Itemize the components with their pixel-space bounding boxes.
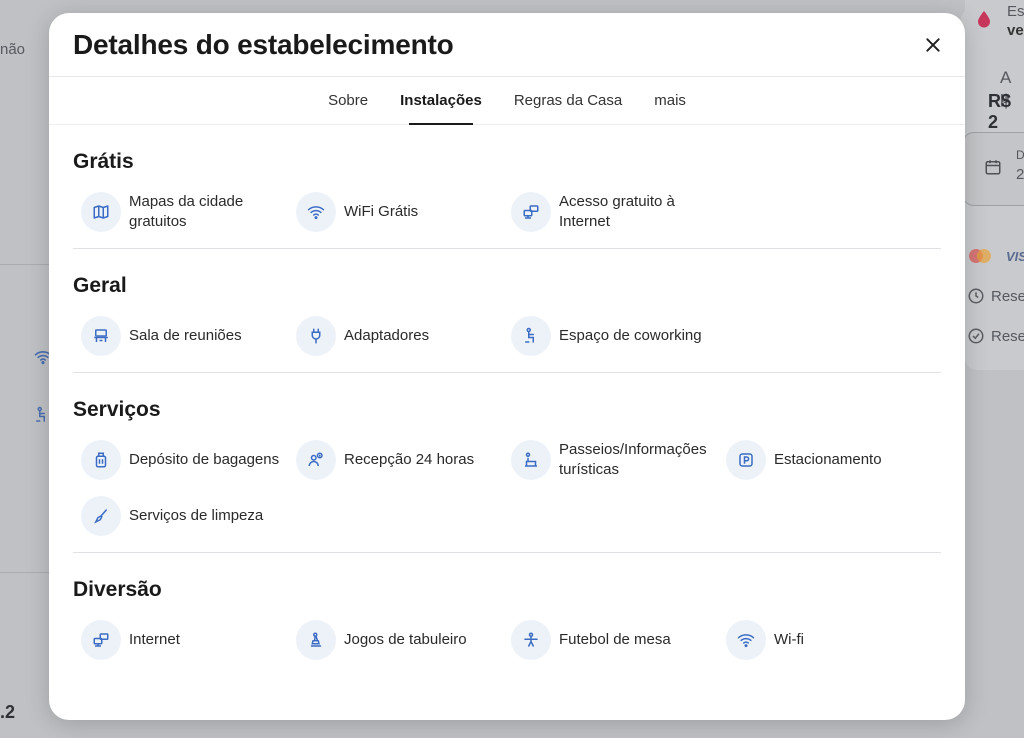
plug-icon (296, 316, 336, 356)
bg-right-text-2: ve (1007, 22, 1024, 39)
facility-details-modal: Detalhes do estabelecimento Sobre Instal… (49, 13, 965, 720)
check-circle-icon (967, 327, 985, 350)
facility-item: Estacionamento (718, 434, 933, 486)
facility-label: WiFi Grátis (344, 203, 419, 220)
coworking-icon (511, 316, 551, 356)
facility-item: Jogos de tabuleiro (288, 614, 503, 666)
facility-label: Estacionamento (774, 451, 882, 468)
section-geral: Geral Sala de reuniões Adaptadores Espaç… (73, 249, 941, 373)
section-title: Diversão (73, 578, 162, 601)
facility-label: Futebol de mesa (559, 631, 671, 648)
tab-sobre[interactable]: Sobre (312, 77, 384, 124)
facility-list: Depósito de bagagens Recepção 24 horas P… (73, 434, 941, 542)
bg-right-text-1: Es (1007, 3, 1024, 20)
drop-icon (977, 10, 991, 33)
facility-label: Acesso gratuito à Internet (559, 193, 675, 230)
bg-date-label: D (1016, 148, 1024, 162)
luggage-icon (81, 440, 121, 480)
facility-label: Jogos de tabuleiro (344, 631, 467, 648)
facility-item: Espaço de coworking (503, 310, 718, 362)
facility-item: Passeios/Informações turísticas (503, 434, 718, 486)
facility-label: Wi-fi (774, 631, 804, 648)
facility-item: WiFi Grátis (288, 186, 503, 238)
modal-title: Detalhes do estabelecimento (73, 29, 454, 60)
meeting-room-icon (81, 316, 121, 356)
facility-label: Passeios/Informações turísticas (559, 441, 707, 478)
facility-item: Futebol de mesa (503, 614, 718, 666)
clock-icon (967, 287, 985, 310)
foosball-icon (511, 620, 551, 660)
bg-date-value: 2 (1016, 166, 1024, 183)
map-icon (81, 192, 121, 232)
facility-label: Sala de reuniões (129, 327, 242, 344)
facility-label: Recepção 24 horas (344, 451, 475, 468)
wifi-icon (726, 620, 766, 660)
facility-label: Depósito de bagagens (129, 451, 280, 468)
facility-item: Mapas da cidade gratuitos (73, 186, 288, 238)
cleaning-icon (81, 496, 121, 536)
facility-label: Adaptadores (344, 327, 430, 344)
facility-label: Serviços de limpeza (129, 507, 264, 524)
facility-item: Internet (73, 614, 288, 666)
wifi-icon (296, 192, 336, 232)
facility-item: Depósito de bagagens (73, 434, 288, 486)
section-title: Grátis (73, 150, 134, 173)
facility-label: Espaço de coworking (559, 327, 702, 344)
parking-icon (726, 440, 766, 480)
facility-item: Sala de reuniões (73, 310, 288, 362)
bg-price-value: R$ 2 (988, 91, 1012, 132)
facility-list: Mapas da cidade gratuitos WiFi Grátis Ac… (73, 186, 941, 238)
tour-icon (511, 440, 551, 480)
bg-divider (0, 264, 49, 265)
facility-item: Acesso gratuito à Internet (503, 186, 718, 238)
network-icon (81, 620, 121, 660)
facility-item: Adaptadores (288, 310, 503, 362)
bg-card-brand: VIS (1006, 249, 1024, 264)
facility-item: Wi-fi (718, 614, 933, 666)
tab-instalacoes[interactable]: Instalações (384, 77, 498, 125)
facility-list: Sala de reuniões Adaptadores Espaço de c… (73, 310, 941, 362)
mastercard-icon (966, 248, 994, 271)
network-icon (511, 192, 551, 232)
bg-row-1: Rese (991, 288, 1024, 305)
facility-item: Recepção 24 horas (288, 434, 503, 486)
close-icon[interactable] (923, 35, 943, 55)
section-title: Geral (73, 274, 127, 297)
bg-divider (0, 572, 49, 573)
tab-regras-da-casa[interactable]: Regras da Casa (498, 77, 638, 124)
tab-bar: Sobre Instalações Regras da Casa mais (49, 77, 965, 125)
tab-mais[interactable]: mais (638, 77, 702, 124)
reception-icon (296, 440, 336, 480)
bg-left-text: não (0, 41, 26, 58)
section-title: Serviços (73, 398, 161, 421)
facility-label: Mapas da cidade gratuitos (129, 193, 244, 230)
board-game-icon (296, 620, 336, 660)
section-gratis: Grátis Mapas da cidade gratuitos WiFi Gr… (73, 125, 941, 249)
facility-list: Internet Jogos de tabuleiro Futebol de m… (73, 614, 941, 666)
facility-item: Serviços de limpeza (73, 490, 288, 542)
modal-header: Detalhes do estabelecimento (49, 13, 965, 77)
calendar-icon (984, 158, 1002, 181)
bg-row-2: Rese (991, 328, 1024, 345)
facilities-content: Grátis Mapas da cidade gratuitos WiFi Gr… (49, 125, 965, 676)
section-servicos: Serviços Depósito de bagagens Recepção 2… (73, 373, 941, 553)
facility-label: Internet (129, 631, 180, 648)
bg-left-number: .2 (0, 702, 16, 722)
section-diversao: Diversão Internet Jogos de tabuleiro Fut… (73, 553, 941, 676)
